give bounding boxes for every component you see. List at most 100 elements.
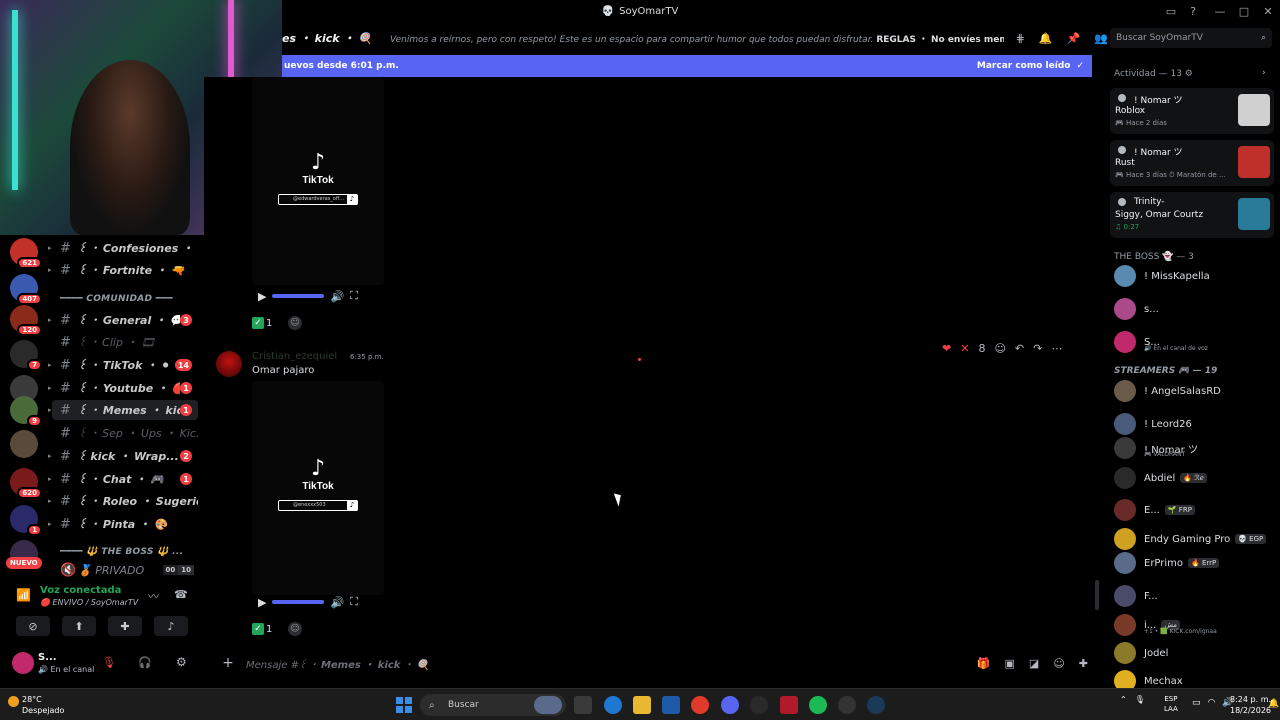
settings-gear-icon[interactable]: ⚙ [1185,69,1193,79]
store-icon[interactable] [662,696,680,714]
chevron-up-icon[interactable]: ⌃ [1120,695,1127,704]
server-icon[interactable]: 120 [10,305,42,336]
language-indicator[interactable]: ESP LAA [1164,694,1178,714]
channel-item[interactable]: ▸ # ꒰ ・ Chat ・ 🎮 1 [48,469,198,489]
channel-item[interactable]: ▸ # ꒰ ・ Memes ・ kic...1 [48,400,198,420]
threads-icon[interactable]: ⋕ [1016,32,1025,45]
minimize-button[interactable]: — [1208,0,1232,22]
server-icon[interactable]: 7 [10,340,42,371]
notification-bell-icon[interactable]: 🔔 [1268,699,1279,709]
help-icon[interactable]: ? [1190,5,1196,18]
category-the-boss[interactable]: ━━━━ 🔱 THE BOSS 🔱 ... [60,547,183,557]
add-reaction-icon[interactable]: ☺ [994,342,1005,355]
clock[interactable]: 8:24 p. m. 18/2/2026 [1230,694,1271,716]
wifi-icon[interactable]: ◠ [1208,698,1216,708]
server-icon[interactable]: 407 [10,274,42,305]
discord-icon[interactable] [721,696,739,714]
member-item[interactable]: ! AngelSalasRD [1110,378,1276,404]
activity-card[interactable]: ! Nomar ツ Roblox 🎮 Hace 2 días [1110,88,1274,134]
camera-button[interactable]: ⊘ [16,616,50,636]
headphones-icon[interactable]: 🎧 [138,656,152,669]
progress-bar[interactable] [272,294,325,298]
member-item[interactable]: ! MissKapella [1110,263,1276,289]
message-composer[interactable]: + Mensaje #꒰ ・ Memes ・ kick ・ 🍭 🎁 ▣ ◪ ☺ … [210,650,1096,676]
weather-widget[interactable]: 28°C Despejado [8,694,64,716]
microphone-icon[interactable]: 🎙 [1135,695,1145,704]
activity-card[interactable]: ! Nomar ツ Rust 🎮 Hace 3 días ⏱ Maratón de … [1110,140,1274,186]
channel-item[interactable]: # ꒰ ・ Sep ・ Ups ・ Kic... [52,423,198,443]
reaction-check[interactable]: ✓ 1 [252,621,278,637]
maximize-button[interactable]: □ [1232,0,1256,22]
app-icon[interactable] [780,696,798,714]
channel-item[interactable]: ▸ # ꒰ ・ Roleo ・ Sugerido... [48,491,198,511]
forward-icon[interactable]: ↷ [1033,342,1042,355]
member-item[interactable]: i... مش +1 • 🟩 KICK.com/ignaa [1110,612,1276,638]
spotify-icon[interactable] [809,696,827,714]
add-reaction-icon[interactable]: ☺ [288,622,302,636]
settings-gear-icon[interactable]: ⚙ [176,655,187,669]
channel-item[interactable]: ▸ # ꒰ ・ Youtube ・ 🔴 1 [48,378,198,398]
member-item[interactable]: Jodel [1110,640,1276,666]
sticker-icon[interactable]: ◪ [1029,657,1039,670]
chrome-icon[interactable] [691,696,709,714]
scrollbar[interactable] [1095,580,1099,610]
member-item[interactable]: s... [1110,296,1276,322]
volume-icon[interactable]: 🔊 [330,290,344,303]
member-item[interactable]: ! Leord26 [1110,411,1276,437]
chevron-right-icon[interactable]: › [1262,68,1266,78]
reaction-check[interactable]: ✓ 1 [252,315,278,331]
mark-as-read-button[interactable]: Marcar como leído ✓ [977,61,1084,71]
avatar[interactable] [216,351,242,377]
pin-icon[interactable]: 📌 [1067,32,1081,45]
soundboard-button[interactable]: ♪ [154,616,188,636]
member-item[interactable]: E... 🌱 FRP [1110,497,1276,523]
volume-icon[interactable]: 🔊 [330,596,344,609]
message-author[interactable]: Cristian_ezequiel [252,351,337,362]
edge-icon[interactable] [604,696,622,714]
server-icon[interactable]: 621 [10,238,42,269]
channel-item[interactable]: ▸ # ꒰ ・ TikTok ・ ⚫ 14 [48,355,198,375]
activities-button[interactable]: ✚ [108,616,142,636]
member-item[interactable]: ! Nomar ツ 🎮 VALORANT [1110,435,1276,461]
windows-start-icon[interactable] [396,697,412,713]
activity-card[interactable]: Trinity- Siggy, Omar Courtz ♫ 0:27 [1110,192,1274,238]
app-icon[interactable] [838,696,856,714]
noise-suppression-icon[interactable]: 〰 [148,588,159,604]
channel-topic[interactable]: Venimos a reírnos, pero con respeto! Est… [390,32,1004,45]
members-icon[interactable]: 👥 [1094,32,1108,45]
category-comunidad[interactable]: ━━━━ COMUNIDAD ━━━ [60,294,173,304]
search-input[interactable]: Buscar SoyOmarTV ⌕ [1110,28,1272,48]
gif-icon[interactable]: ▣ [1005,657,1015,670]
fullscreen-icon[interactable]: ⛶ [350,595,358,609]
member-item[interactable]: Endy Gaming Pro 💀 EGP [1110,526,1276,552]
member-item[interactable]: F... [1110,583,1276,609]
screen-share-button[interactable]: ⬆ [62,616,96,636]
close-button[interactable]: ✕ [1256,0,1280,22]
fullscreen-icon[interactable]: ⛶ [350,289,358,303]
super-reaction-count[interactable]: 8 [978,342,985,355]
channel-item[interactable]: ▸ # ꒰ ・ Pinta ・ 🎨 [48,514,198,534]
server-icon[interactable]: 620 [10,468,42,499]
widgets-icon[interactable] [534,696,562,714]
member-item[interactable]: ErPrimo 🔥 ErrP [1110,550,1276,576]
display-icon[interactable]: ▭ [1192,698,1201,708]
user-avatar[interactable] [12,652,34,674]
add-reaction-icon[interactable]: ☺ [288,316,302,330]
channel-item[interactable]: ▸ # ꒰ ・ Fortnite ・ 🔫 [48,260,198,280]
steam-icon[interactable] [867,696,885,714]
new-messages-bar[interactable]: uevos desde 6:01 p.m. Marcar como leído … [282,55,1092,77]
voice-channel-privado[interactable]: 🔇 🥉 PRIVADO 00 10 [52,560,198,580]
gift-icon[interactable]: 🎁 [977,657,991,670]
member-item[interactable]: Abdiel 🔥 ℛℯ [1110,465,1276,491]
disconnect-icon[interactable]: ☎ [174,588,188,601]
x-reaction-icon[interactable]: ✕ [960,342,969,355]
more-options-icon[interactable]: ⋯ [1051,342,1062,355]
channel-item[interactable]: # ꒰ ・ Clip ・ 🎞 [52,332,198,352]
heart-reaction-icon[interactable]: ❤ [942,342,951,355]
mute-mic-icon[interactable]: 🎙 [102,656,116,669]
play-icon[interactable]: ▶ [258,596,266,609]
server-icon[interactable]: 1 [10,505,42,536]
emoji-icon[interactable]: ☺ [1053,657,1064,670]
inbox-icon[interactable]: ▭ [1166,5,1176,18]
channel-item[interactable]: ▸ # ꒰ kick ・ Wrap... 2 [48,446,198,466]
